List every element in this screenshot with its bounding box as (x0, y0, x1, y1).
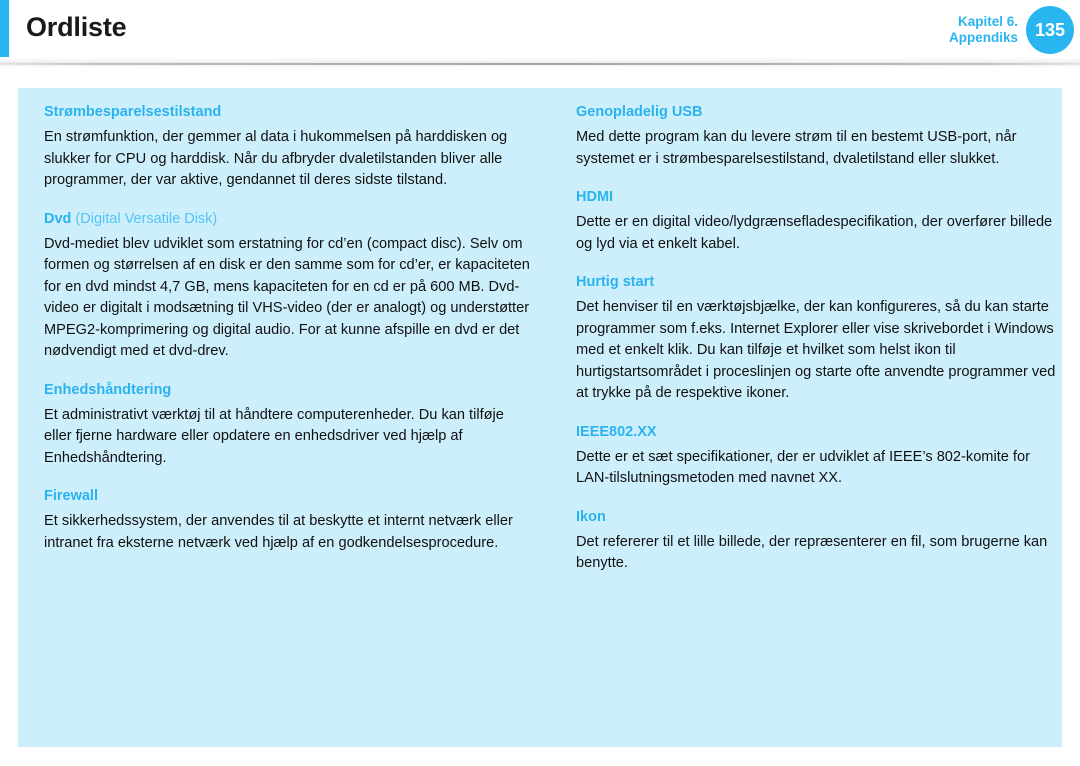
entry-term: HDMI (576, 187, 1066, 207)
entry-term: Firewall (44, 486, 534, 506)
entry-term-text: HDMI (576, 189, 614, 205)
glossary-entry: IEEE802.XX Dette er et sæt specifikation… (576, 422, 1066, 490)
entry-term-text: Dvd (44, 210, 72, 227)
glossary-entry: Strømbesparelsestilstand En strømfunktio… (44, 102, 534, 192)
glossary-entry: Ikon Det refererer til et lille billede,… (576, 507, 1066, 575)
chapter-label-line2: Appendiks (948, 29, 1018, 45)
entry-definition: Det refererer til et lille billede, der … (576, 533, 1048, 572)
entry-definition: Dette er en digital video/lydgrænseflade… (576, 214, 1053, 252)
entry-term: IEEE802.XX (576, 422, 1066, 442)
glossary-panel: Strømbesparelsestilstand En strømfunktio… (18, 88, 1062, 747)
entry-definition: En strømfunktion, der gemmer al data i h… (44, 129, 508, 188)
entry-term-text: Enhedshåndtering (44, 381, 172, 398)
entry-term-text: Strømbesparelsestilstand (44, 104, 222, 120)
glossary-entry: Hurtig start Det henviser til en værktøj… (576, 272, 1066, 405)
entry-term-suffix: (Digital Versatile Disk) (71, 210, 218, 227)
glossary-column-left: Strømbesparelsestilstand En strømfunktio… (44, 102, 534, 554)
entry-term-text: Ikon (576, 508, 606, 525)
chapter-label: Kapitel 6. Appendiks (949, 14, 1018, 46)
entry-definition: Dvd-mediet blev udviklet som erstatning … (44, 235, 530, 360)
glossary-entry: Dvd (Digital Versatile Disk) Dvd-mediet … (44, 209, 534, 363)
entry-term: Ikon (576, 507, 1066, 527)
page-number-badge: 135 (1026, 6, 1074, 54)
page-title: Ordliste (26, 12, 127, 42)
entry-definition: Med dette program kan du levere strøm ti… (576, 129, 1017, 167)
entry-definition: Et sikkerhedssystem, der anvendes til at… (44, 513, 513, 551)
entry-term: Enhedshåndtering (44, 380, 534, 400)
entry-term-text: Hurtig start (576, 274, 655, 290)
header-divider (0, 57, 1080, 68)
glossary-columns: Strømbesparelsestilstand En strømfunktio… (44, 102, 1055, 575)
entry-definition: Et administrativt værktøj til at håndter… (44, 406, 504, 466)
header-accent-bar (0, 0, 9, 57)
header-chapter-group: Kapitel 6. Appendiks 135 (949, 5, 1074, 54)
entry-definition: Dette er et sæt specifikationer, der er … (576, 448, 1030, 487)
entry-term: Strømbesparelsestilstand (44, 102, 534, 122)
chapter-label-line1: Kapitel 6. (957, 13, 1018, 29)
entry-term-text: Firewall (44, 488, 98, 504)
glossary-entry: Enhedshåndtering Et administrativt værkt… (44, 380, 534, 470)
glossary-entry: Genopladelig USB Med dette program kan d… (576, 102, 1066, 170)
glossary-entry: Firewall Et sikkerhedssystem, der anvend… (44, 486, 534, 554)
glossary-entry: HDMI Dette er en digital video/lydgrænse… (576, 187, 1066, 255)
entry-definition: Det henviser til en værktøjsbjælke, der … (576, 299, 1056, 401)
entry-term: Hurtig start (576, 272, 1066, 292)
entry-term: Dvd (Digital Versatile Disk) (44, 209, 534, 229)
entry-term: Genopladelig USB (576, 102, 1066, 122)
page-header: Ordliste Kapitel 6. Appendiks 135 (0, 0, 1080, 68)
glossary-column-right: Genopladelig USB Med dette program kan d… (576, 102, 1066, 575)
entry-term-text: IEEE802.XX (576, 423, 657, 440)
entry-term-text: Genopladelig USB (576, 104, 703, 120)
